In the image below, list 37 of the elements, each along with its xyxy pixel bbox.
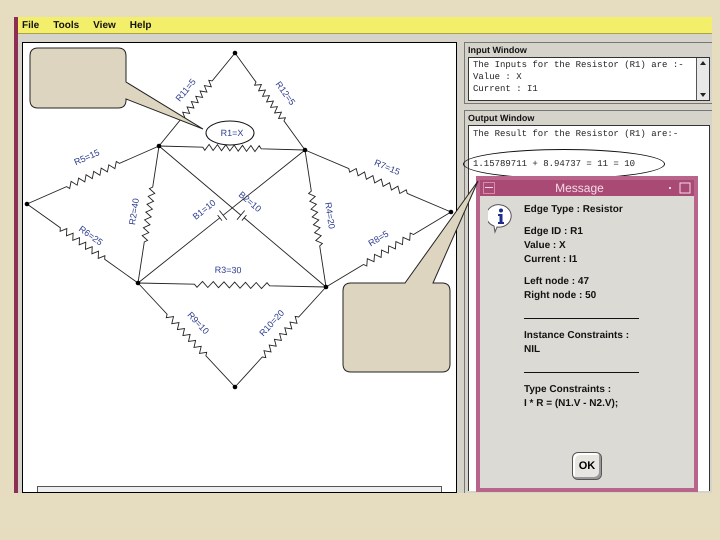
message-text: Right node : 50	[524, 290, 598, 301]
menu-item[interactable]: View	[93, 20, 116, 30]
scrollbar[interactable]	[37, 486, 442, 492]
message-text: Left node : 47	[524, 276, 590, 287]
component-label: R1=X	[220, 128, 244, 138]
circuit-node	[156, 144, 162, 148]
panel-title: Input Window	[468, 45, 528, 57]
message-text: Edge ID : R1	[524, 226, 584, 237]
message-text: Type Constraints :	[524, 384, 612, 395]
circuit-node	[324, 284, 328, 290]
component-label: R4=20	[323, 202, 337, 230]
minimize-icon[interactable]	[483, 182, 495, 194]
info-icon	[488, 204, 514, 234]
message-text: Instance Constraints :	[524, 330, 630, 341]
menu-item[interactable]: File	[22, 20, 40, 30]
circuit-node	[232, 384, 238, 390]
component-label: R3=30	[214, 264, 242, 276]
circuit-node	[232, 50, 238, 56]
component-label: R7=15	[372, 157, 402, 178]
panel-title: Output Window	[468, 113, 536, 125]
ok-button[interactable]: OK	[572, 452, 602, 480]
dialog-title: Message	[555, 181, 604, 195]
message-text: Value : X	[524, 240, 567, 251]
circuit-node	[24, 202, 30, 206]
text-line: The Result for the Resistor (R1) are:-	[473, 129, 678, 139]
circuit-node	[448, 210, 454, 214]
component-label: R2=40	[127, 198, 141, 226]
message-text: Edge Type : Resistor	[524, 204, 624, 215]
message-text: Current : I1	[524, 254, 578, 265]
menu-item[interactable]: Tools	[53, 20, 80, 30]
menu-item[interactable]: Help	[130, 20, 152, 30]
text-line: 1.15789711 + 8.94737 = 11 = 10	[473, 159, 636, 169]
message-text: NIL	[524, 344, 542, 355]
circuit-node	[302, 148, 308, 152]
circuit-node	[136, 280, 140, 286]
message-text: I * R = (N1.V - N2.V);	[524, 398, 620, 409]
maximize-icon[interactable]	[678, 182, 691, 194]
